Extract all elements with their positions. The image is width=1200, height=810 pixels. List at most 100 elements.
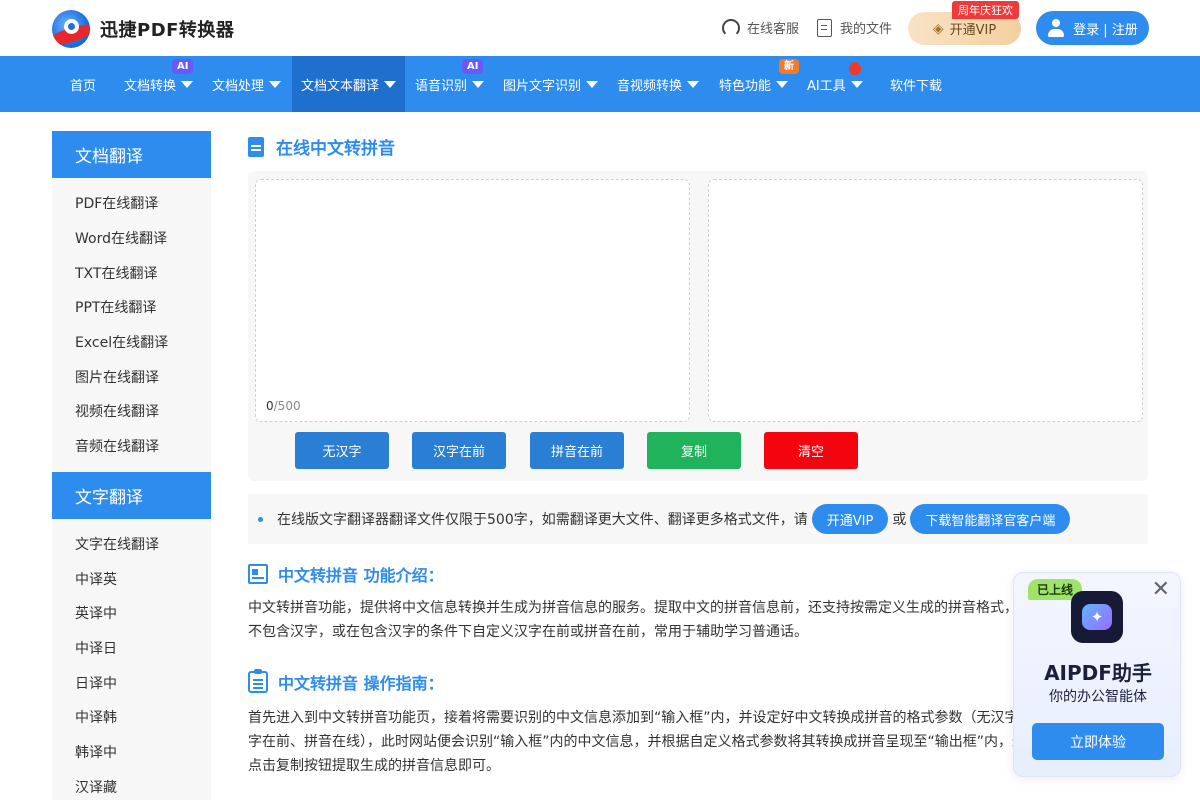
intro-section-title: 中文转拼音 功能介绍： bbox=[248, 562, 444, 586]
sidebar-item[interactable]: 英译中 bbox=[52, 596, 211, 631]
sidebar-item[interactable]: 图片在线翻译 bbox=[52, 359, 211, 394]
sidebar-item[interactable]: 文字在线翻译 bbox=[52, 527, 211, 562]
char-counter: 0/500 bbox=[266, 399, 301, 413]
sidebar-item[interactable]: 汉译藏 bbox=[52, 769, 211, 804]
char-count: 0 bbox=[266, 399, 274, 413]
promo-badge: 周年庆狂欢 bbox=[952, 1, 1019, 19]
sidebar-item[interactable]: TXT在线翻译 bbox=[52, 255, 211, 290]
nav-image-ocr[interactable]: 图片文字识别 bbox=[494, 56, 607, 112]
sparkle-icon: ✦ bbox=[1082, 604, 1112, 630]
page-title-text: 在线中文转拼音 bbox=[276, 134, 395, 159]
nav-av-convert[interactable]: 音视频转换 bbox=[608, 56, 708, 112]
nav-home[interactable]: 首页 bbox=[61, 56, 105, 112]
diamond-icon: ◈ bbox=[933, 21, 944, 37]
my-files-label: 我的文件 bbox=[840, 18, 892, 37]
guide-paragraph: 首先进入到中文转拼音功能页，接着将需要识别的中文信息添加到“输入框”内，并设定好… bbox=[248, 706, 1048, 778]
guide-section-title: 中文转拼音 操作指南： bbox=[248, 670, 444, 694]
online-service-label: 在线客服 bbox=[747, 18, 799, 37]
sidebar-item[interactable]: 中译日 bbox=[52, 631, 211, 666]
top-header: 迅捷PDF转换器 在线客服 我的文件 ◈ 开通VIP 周年庆狂欢 登录 | 注册 bbox=[0, 0, 1200, 56]
ai-assistant-card: 已上线 ✕ ✦ AIPDF助手 你的办公智能体 立即体验 bbox=[1013, 572, 1181, 777]
ai-assistant-subtitle: 你的办公智能体 bbox=[1014, 686, 1182, 706]
bullet-icon bbox=[258, 517, 263, 522]
pinyin-output[interactable] bbox=[709, 180, 1142, 421]
nav-software-download[interactable]: 软件下载 bbox=[881, 56, 951, 112]
clear-button[interactable]: 清空 bbox=[764, 432, 858, 469]
nav-special-features-label: 特色功能 bbox=[719, 75, 771, 94]
sidebar-item[interactable]: 视频在线翻译 bbox=[52, 394, 211, 429]
download-client-button[interactable]: 下载智能翻译官客户端 bbox=[910, 504, 1070, 534]
document-icon bbox=[248, 137, 264, 157]
copy-button[interactable]: 复制 bbox=[647, 432, 741, 469]
sidebar-item[interactable]: PPT在线翻译 bbox=[52, 290, 211, 325]
sidebar-item[interactable]: 中译英 bbox=[52, 561, 211, 596]
pinyin-first-button[interactable]: 拼音在前 bbox=[530, 432, 624, 469]
sidebar-group-title: 文档翻译 bbox=[52, 131, 211, 178]
file-icon bbox=[817, 19, 832, 37]
nav-doc-translate-label: 文档文本翻译 bbox=[301, 75, 379, 94]
intro-title-text: 中文转拼音 功能介绍： bbox=[278, 562, 444, 586]
sidebar-group-title: 文字翻译 bbox=[52, 472, 211, 519]
chevron-down-icon bbox=[586, 81, 598, 88]
limit-notice: 在线版文字翻译器翻译文件仅限于500字，如需翻译更大文件、翻译更多格式文件，请 … bbox=[248, 494, 1148, 544]
nav-av-convert-label: 音视频转换 bbox=[617, 75, 682, 94]
input-box[interactable]: 0/500 bbox=[255, 179, 690, 422]
guide-title-text: 中文转拼音 操作指南： bbox=[278, 670, 444, 694]
nav-doc-translate[interactable]: 文档文本翻译 bbox=[292, 56, 405, 112]
page-title: 在线中文转拼音 bbox=[248, 134, 395, 159]
login-register-label: 登录 | 注册 bbox=[1073, 19, 1138, 38]
sidebar: 文档翻译 PDF在线翻译 Word在线翻译 TXT在线翻译 PPT在线翻译 Ex… bbox=[52, 131, 211, 800]
sidebar-list: PDF在线翻译 Word在线翻译 TXT在线翻译 PPT在线翻译 Excel在线… bbox=[52, 178, 211, 470]
char-max: /500 bbox=[274, 399, 301, 413]
chevron-down-icon bbox=[384, 81, 396, 88]
ai-badge: AI bbox=[172, 59, 193, 74]
sidebar-item[interactable]: Word在线翻译 bbox=[52, 221, 211, 256]
try-now-button[interactable]: 立即体验 bbox=[1032, 723, 1164, 760]
notice-text: 在线版文字翻译器翻译文件仅限于500字，如需翻译更大文件、翻译更多格式文件，请 bbox=[277, 509, 808, 529]
no-hanzi-button[interactable]: 无汉字 bbox=[295, 432, 389, 469]
sidebar-item[interactable]: 音频在线翻译 bbox=[52, 429, 211, 464]
main-nav: 首页 文档转换 AI 文档处理 文档文本翻译 语音识别 AI 图片文字识别 音视… bbox=[0, 56, 1200, 112]
online-service-link[interactable]: 在线客服 bbox=[722, 18, 799, 37]
output-box[interactable] bbox=[708, 179, 1143, 422]
ai-assistant-name: AIPDF助手 bbox=[1014, 657, 1182, 686]
converter-panel: 0/500 无汉字 汉字在前 拼音在前 复制 清空 bbox=[248, 171, 1148, 481]
notice-or: 或 bbox=[892, 509, 906, 529]
flame-icon bbox=[848, 59, 862, 75]
new-badge: 新 bbox=[779, 59, 799, 74]
sidebar-item[interactable]: 韩译中 bbox=[52, 735, 211, 770]
chevron-down-icon bbox=[776, 81, 788, 88]
headset-icon bbox=[722, 19, 740, 37]
chinese-input[interactable] bbox=[256, 180, 689, 421]
chevron-down-icon bbox=[269, 81, 281, 88]
sidebar-item[interactable]: Excel在线翻译 bbox=[52, 325, 211, 360]
my-files-link[interactable]: 我的文件 bbox=[817, 18, 892, 37]
brand-logo[interactable]: 迅捷PDF转换器 bbox=[52, 10, 234, 48]
nav-speech-recognition-label: 语音识别 bbox=[415, 75, 467, 94]
nav-doc-convert-label: 文档转换 bbox=[124, 75, 176, 94]
nav-software-download-label: 软件下载 bbox=[890, 75, 942, 94]
newspaper-icon bbox=[248, 564, 268, 584]
chevron-down-icon bbox=[472, 81, 484, 88]
sidebar-list: 文字在线翻译 中译英 英译中 中译日 日译中 中译韩 韩译中 汉译藏 bbox=[52, 519, 211, 810]
open-vip-label: 开通VIP bbox=[950, 19, 997, 38]
sidebar-item[interactable]: 日译中 bbox=[52, 665, 211, 700]
ai-assistant-logo: ✦ bbox=[1071, 591, 1123, 643]
notice-vip-button[interactable]: 开通VIP bbox=[812, 504, 889, 534]
nav-doc-process[interactable]: 文档处理 bbox=[203, 56, 290, 112]
user-icon bbox=[1047, 19, 1065, 37]
nav-doc-process-label: 文档处理 bbox=[212, 75, 264, 94]
logo-icon bbox=[52, 10, 90, 48]
nav-home-label: 首页 bbox=[70, 75, 96, 94]
intro-paragraph: 中文转拼音功能，提供将中文信息转换并生成为拼音信息的服务。提取中文的拼音信息前，… bbox=[248, 596, 1048, 644]
nav-image-ocr-label: 图片文字识别 bbox=[503, 75, 581, 94]
sidebar-item[interactable]: PDF在线翻译 bbox=[52, 186, 211, 221]
chevron-down-icon bbox=[181, 81, 193, 88]
sidebar-item[interactable]: 中译韩 bbox=[52, 700, 211, 735]
hanzi-first-button[interactable]: 汉字在前 bbox=[412, 432, 506, 469]
clipboard-icon bbox=[248, 671, 268, 693]
chevron-down-icon bbox=[687, 81, 699, 88]
close-icon[interactable]: ✕ bbox=[1152, 579, 1170, 601]
ai-badge: AI bbox=[462, 59, 483, 74]
login-register-button[interactable]: 登录 | 注册 bbox=[1036, 11, 1149, 45]
